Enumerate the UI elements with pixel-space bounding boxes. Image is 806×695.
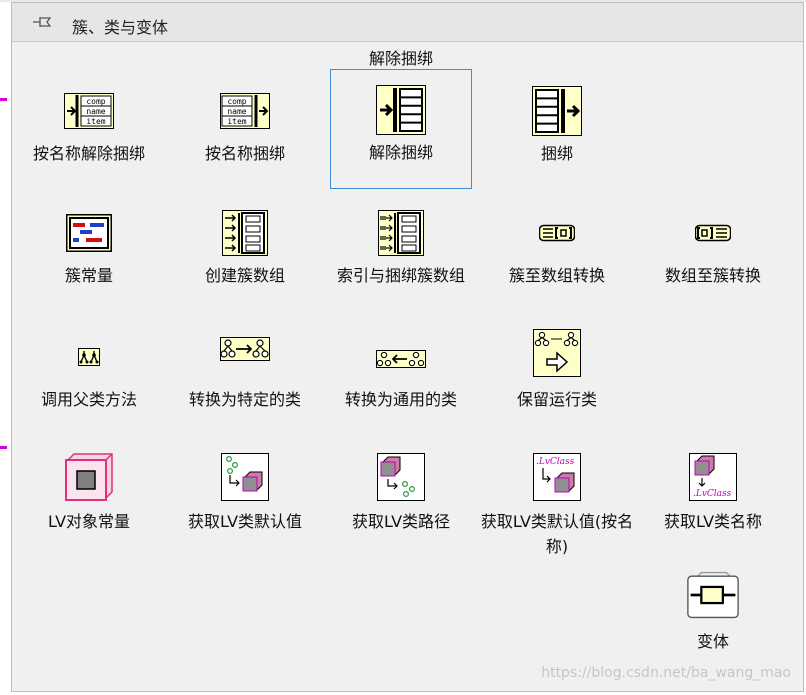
cluster-class-variant-palette: 簇、类与变体 comp name item 按名称解除捆绑 comp name …	[11, 2, 804, 692]
wire-marker	[0, 98, 7, 101]
palette-item-variant[interactable]: 变体	[642, 559, 784, 679]
lv-object-constant-icon	[63, 451, 115, 503]
palette-item-preserve-runtime-class[interactable]: 保留运行类	[486, 317, 628, 437]
palette-item-index-bundle-cluster-array[interactable]: 索引与捆绑簇数组	[330, 193, 472, 313]
svg-text:item: item	[227, 117, 246, 126]
palette-item-label: 调用父类方法	[40, 390, 137, 409]
palette-item-get-lv-class-default-value[interactable]: 获取LV类默认值	[174, 439, 316, 559]
palette-item-get-lv-class-name[interactable]: .LvClass 获取LV类名称	[642, 439, 784, 559]
palette-title: 簇、类与变体	[72, 18, 169, 37]
palette-item-cluster-to-array[interactable]: 簇至数组转换	[486, 193, 628, 313]
to-more-generic-class-icon	[375, 333, 427, 385]
palette-item-to-more-generic-class[interactable]: 转换为通用的类	[330, 317, 472, 437]
to-more-specific-class-icon	[219, 323, 271, 375]
palette-item-label: 创建簇数组	[204, 266, 285, 285]
palette-item-array-to-cluster[interactable]: 数组至簇转换	[642, 193, 784, 313]
palette-item-label: 簇至数组转换	[508, 266, 605, 285]
svg-text:name: name	[86, 107, 105, 116]
palette-item-label: 按名称解除捆绑	[32, 144, 145, 163]
svg-text:item: item	[86, 117, 105, 126]
palette-item-label: 获取LV类名称	[663, 512, 763, 531]
get-lv-class-path-icon	[375, 451, 427, 503]
palette-item-label: 保留运行类	[516, 390, 597, 409]
palette-item-label: 索引与捆绑簇数组	[336, 266, 465, 285]
palette-item-unbundle-by-name[interactable]: comp name item 按名称解除捆绑	[18, 71, 160, 191]
get-lv-class-default-value-icon	[219, 451, 271, 503]
palette-item-lv-object-constant[interactable]: LV对象常量	[18, 439, 160, 559]
bundle-icon	[531, 85, 583, 137]
palette-item-label: 转换为通用的类	[344, 390, 457, 409]
palette-item-build-cluster-array[interactable]: 创建簇数组	[174, 193, 316, 313]
svg-text:comp: comp	[227, 97, 246, 106]
thumbtack-icon[interactable]	[32, 14, 56, 30]
cluster-constant-icon	[63, 207, 115, 259]
palette-item-label: 簇常量	[64, 266, 113, 285]
palette-item-label: 变体	[696, 632, 729, 651]
palette-title-bar: 簇、类与变体	[12, 3, 803, 42]
call-parent-method-icon	[63, 331, 115, 383]
palette-item-label: 解除捆绑	[368, 143, 433, 162]
variant-icon	[687, 569, 739, 621]
array-to-cluster-icon	[687, 207, 739, 259]
palette-item-label: 按名称捆绑	[204, 144, 285, 163]
palette-item-to-more-specific-class[interactable]: 转换为特定的类	[174, 317, 316, 437]
get-lv-class-default-value-by-name-icon: .LvClass	[531, 451, 583, 503]
get-lv-class-name-icon: .LvClass	[687, 451, 739, 503]
palette-item-label: 转换为特定的类	[188, 390, 301, 409]
wire-marker	[0, 446, 7, 449]
palette-item-bundle[interactable]: 捆绑	[486, 71, 628, 191]
palette-item-get-lv-class-path[interactable]: 获取LV类路径	[330, 439, 472, 559]
cluster-to-array-icon	[531, 207, 583, 259]
palette-item-label: 获取LV类默认值(按名称)	[480, 512, 634, 556]
palette-item-label: 获取LV类默认值	[187, 512, 303, 531]
palette-item-cluster-constant[interactable]: 簇常量	[18, 193, 160, 313]
svg-text:.LvClass: .LvClass	[536, 457, 575, 467]
palette-item-label: 数组至簇转换	[664, 266, 761, 285]
selected-item-tooltip: 解除捆绑	[368, 49, 433, 68]
svg-text:.LvClass: .LvClass	[693, 489, 732, 499]
palette-item-unbundle[interactable]: 解除捆绑 解除捆绑	[330, 49, 472, 189]
palette-item-bundle-by-name[interactable]: comp name item 按名称捆绑	[174, 71, 316, 191]
index-bundle-cluster-array-icon	[375, 207, 427, 259]
svg-text:comp: comp	[86, 97, 105, 106]
palette-item-call-parent-method[interactable]: 调用父类方法	[18, 317, 160, 437]
palette-item-label: LV对象常量	[47, 512, 131, 531]
watermark: https://blog.csdn.net/ba_wang_mao	[541, 665, 791, 681]
palette-item-get-lv-class-default-value-by-name[interactable]: .LvClass 获取LV类默认值(按名称)	[481, 439, 633, 559]
palette-item-label: 获取LV类路径	[351, 512, 451, 531]
svg-text:name: name	[227, 107, 246, 116]
build-cluster-array-icon	[219, 207, 271, 259]
bundle-by-name-icon: comp name item	[219, 85, 271, 137]
unbundle-by-name-icon: comp name item	[63, 85, 115, 137]
preserve-runtime-class-icon	[531, 327, 583, 379]
palette-item-label: 捆绑	[540, 144, 573, 163]
unbundle-icon	[375, 84, 427, 136]
